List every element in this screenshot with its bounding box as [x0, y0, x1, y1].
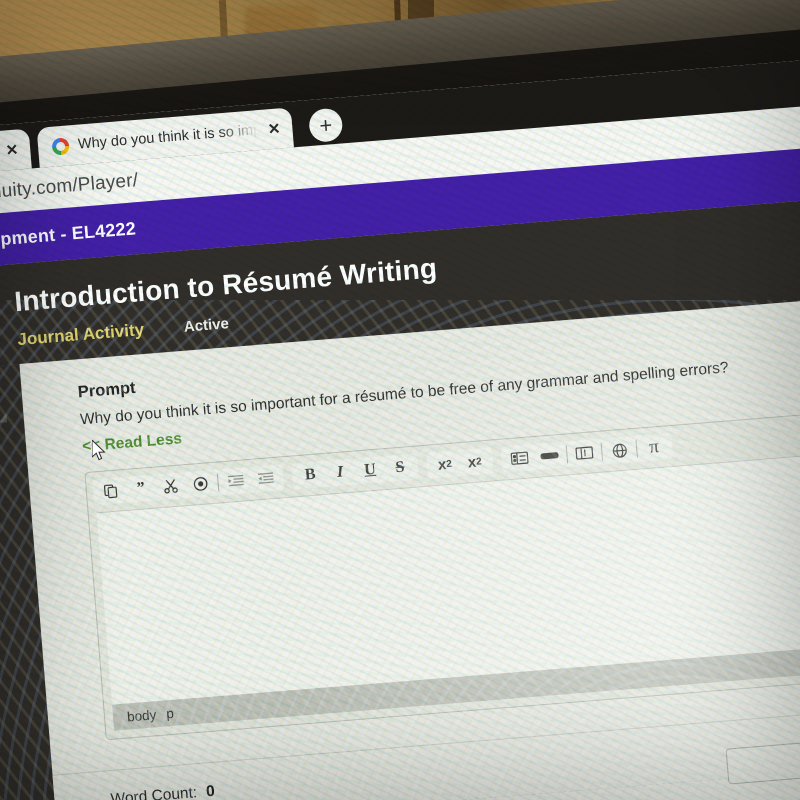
read-less-link[interactable]: << Read Less — [82, 430, 183, 456]
element-path-body[interactable]: body — [126, 707, 156, 724]
rich-text-editor: ” B I U S x 2 x 2 π body p — [84, 409, 800, 741]
toolbar-group-insert: π — [500, 433, 674, 473]
activity-type-label: Journal Activity — [16, 319, 145, 350]
submit-button[interactable] — [725, 735, 800, 785]
copy-icon[interactable] — [95, 477, 127, 505]
element-path-p[interactable]: p — [166, 705, 175, 721]
course-name: evelopment - EL4222 — [0, 217, 137, 253]
toolbar-group-script: x2 x2 — [425, 447, 494, 479]
word-count-label: Word Count: — [109, 783, 198, 800]
decrease-indent-icon[interactable] — [220, 467, 252, 495]
laptop-screen: ...ner ✕ Why do you think it is so impor… — [0, 52, 800, 800]
close-icon[interactable]: ✕ — [267, 120, 281, 138]
superscript-mark: 2 — [475, 455, 483, 468]
superscript-icon[interactable]: x2 — [459, 448, 491, 476]
math-equation-icon[interactable]: π — [638, 433, 670, 461]
bold-icon[interactable]: B — [294, 461, 326, 489]
toolbar-group-text-format: B I U S — [291, 453, 419, 490]
status-badge: Active — [183, 315, 230, 336]
blockquote-icon[interactable]: ” — [125, 475, 157, 503]
photo-of-laptop-screen: ...ner ✕ Why do you think it is so impor… — [0, 0, 800, 800]
google-icon — [51, 136, 70, 156]
insert-table-icon[interactable] — [504, 444, 536, 472]
horizontal-rule-icon[interactable] — [534, 442, 566, 470]
collapse-arrow-icon[interactable] — [0, 413, 8, 423]
toolbar-separator — [635, 439, 638, 458]
toolbar-separator — [216, 473, 220, 492]
italic-icon[interactable]: I — [324, 459, 356, 487]
new-tab-button[interactable]: + — [308, 107, 344, 143]
insert-textbox-icon[interactable] — [568, 439, 600, 467]
toolbar-separator — [600, 442, 604, 461]
close-icon[interactable]: ✕ — [5, 141, 19, 159]
cut-scissors-icon[interactable] — [155, 472, 187, 500]
subscript-icon[interactable]: x2 — [429, 450, 461, 478]
tab-title: Why do you think it is so importa — [77, 122, 260, 153]
paste-icon[interactable] — [185, 470, 217, 498]
subscript-mark: 2 — [445, 458, 453, 470]
word-count-value: 0 — [205, 782, 216, 800]
lesson-body: Prompt Why do you think it is so importa… — [0, 291, 800, 800]
strikethrough-icon[interactable]: S — [384, 454, 416, 482]
toolbar-separator — [565, 445, 569, 464]
underline-icon[interactable]: U — [354, 456, 386, 484]
increase-indent-icon[interactable] — [249, 465, 281, 493]
insert-link-globe-icon[interactable] — [603, 436, 635, 464]
